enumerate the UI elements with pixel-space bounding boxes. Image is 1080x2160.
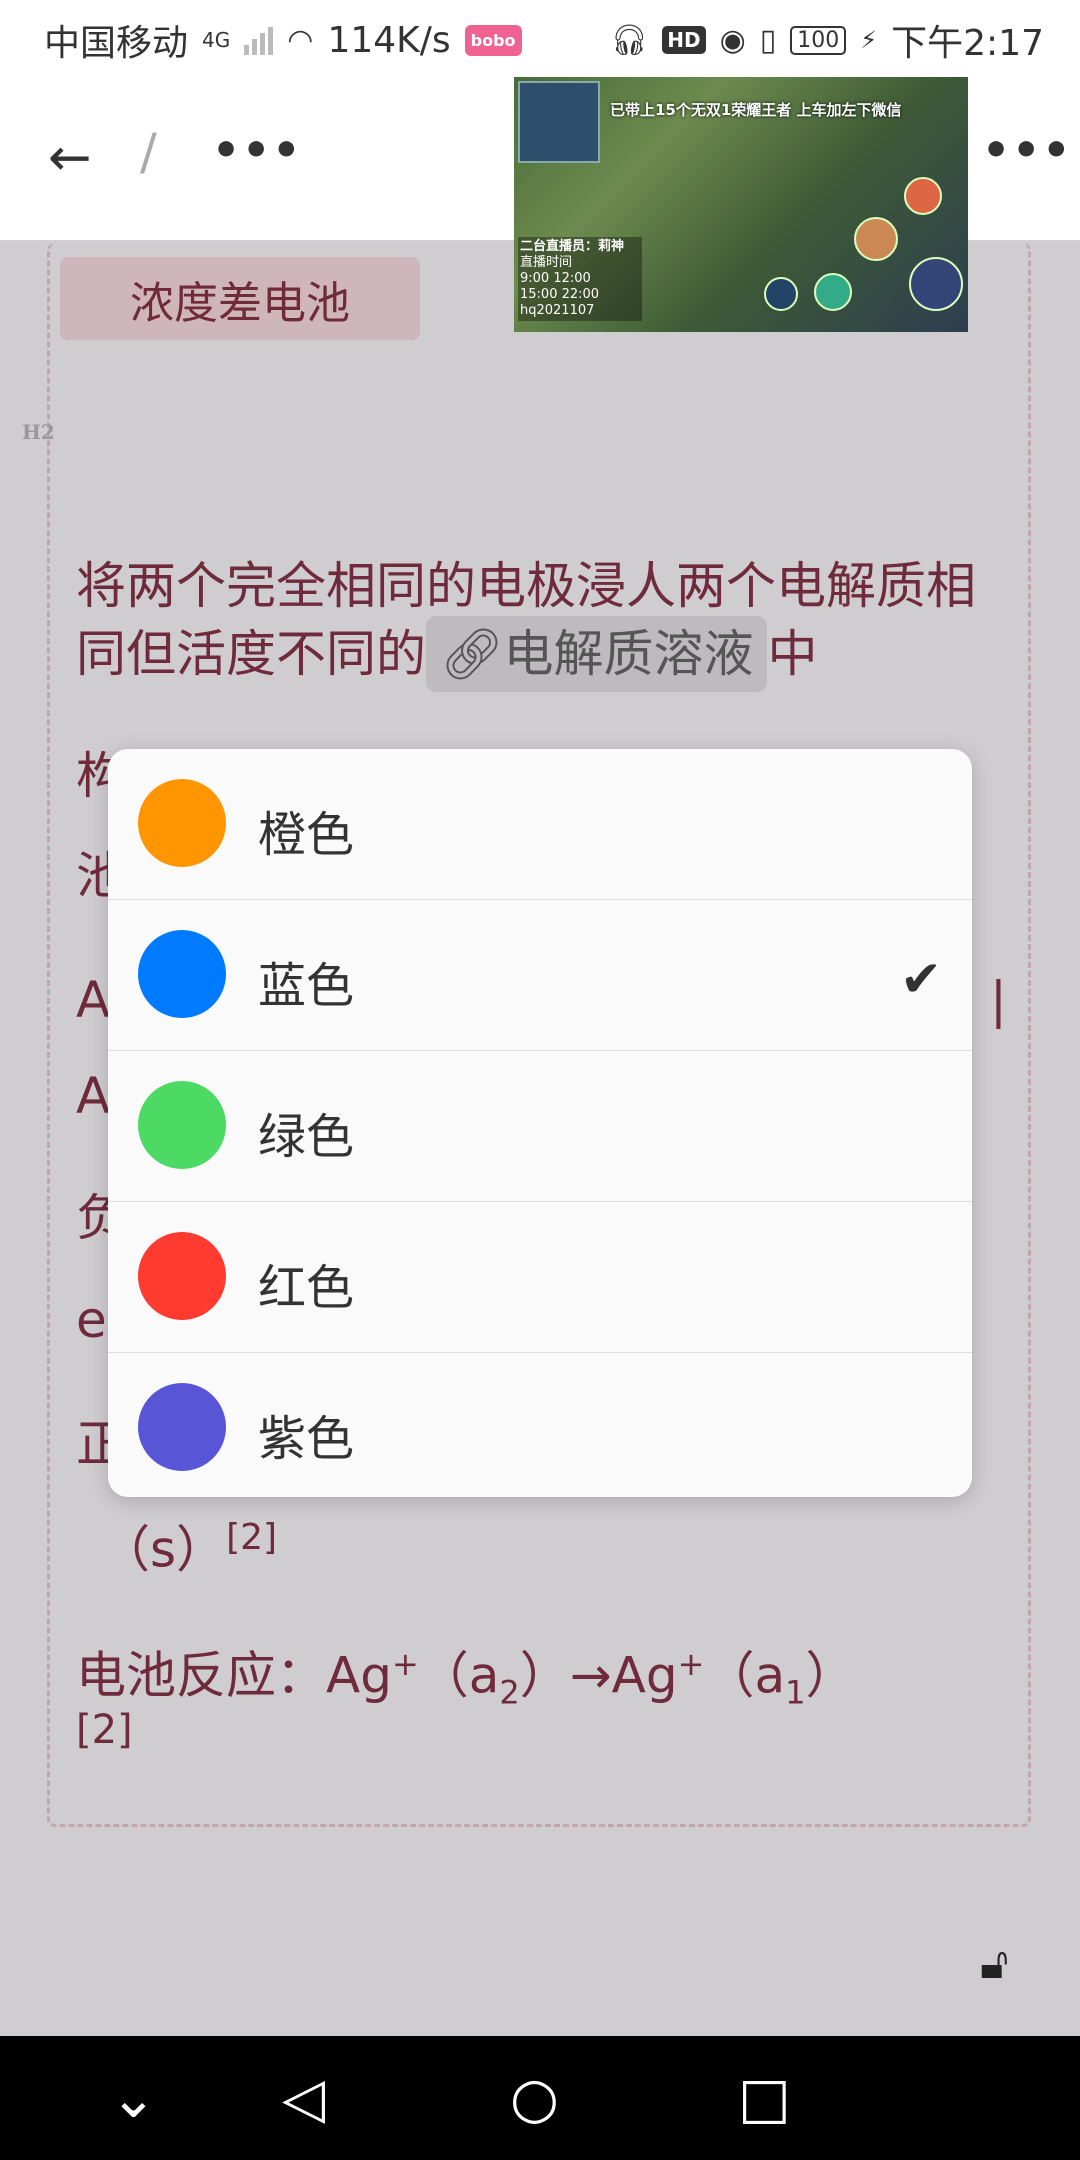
blue-swatch <box>138 930 226 1018</box>
paragraph-line-1: 将两个完全相同的电极浸人两个电解质相同但活度不同的 🔗︎电解质溶液中 <box>76 556 996 692</box>
option-label: 橙色 <box>258 807 355 863</box>
formula-a: a <box>468 1646 500 1705</box>
hd-badge: HD <box>662 26 706 54</box>
citation[interactable]: [2] <box>76 1700 133 1760</box>
reaction-label: 电池反应： <box>76 1646 326 1705</box>
heading-tag[interactable]: 浓度差电池 <box>60 257 420 340</box>
color-option-purple[interactable]: 紫色 <box>108 1353 972 1497</box>
game-skill-icon <box>904 177 942 215</box>
state-label: （s） <box>100 1520 227 1579</box>
clock: 下午2:17 <box>891 23 1044 64</box>
color-option-orange[interactable]: 橙色 <box>108 749 972 900</box>
status-bar: 中国移动 4G ◠ 114K/s bobo 🎧︎ HD ◉ ▯ 100 ⚡ 下午… <box>0 0 1080 75</box>
nav-recents-icon[interactable]: □ <box>738 2066 791 2131</box>
formula-ag: Ag <box>611 1646 678 1705</box>
formula-sub: 1 <box>785 1673 806 1712</box>
option-label: 绿色 <box>258 1109 355 1165</box>
link-text: 电解质溶液 <box>503 625 754 683</box>
carrier-label: 中国移动 <box>44 23 189 64</box>
link-icon: 🔗︎ <box>440 625 504 683</box>
formula-sup: + <box>677 1645 705 1683</box>
app-badge-icon: bobo <box>464 24 522 56</box>
h2-marker: H2 <box>22 420 55 444</box>
nav-back-icon[interactable]: ◁ <box>282 2066 325 2131</box>
option-label: 蓝色 <box>258 958 355 1014</box>
path-separator: / <box>140 123 157 181</box>
back-arrow-icon[interactable]: ← <box>48 128 92 188</box>
overflow-menu-icon[interactable]: ••• <box>982 125 1072 176</box>
vibrate-icon: ▯ <box>759 22 777 58</box>
unlock-icon[interactable]: 🔓︎ <box>980 1938 1009 1989</box>
eye-icon: ◉ <box>719 22 746 58</box>
text-fragment: A <box>76 971 111 1029</box>
formula-line: （s）[2] <box>100 1508 277 1580</box>
formula-ag: Ag <box>326 1646 392 1705</box>
color-picker-popup: 橙色 蓝色 ✔ 绿色 红色 紫色 <box>108 749 972 1497</box>
minimap <box>518 81 600 163</box>
system-nav-bar: ⌄ ◁ ○ □ <box>0 2036 1080 2160</box>
formula-sub: 2 <box>499 1673 520 1712</box>
network-type: 4G <box>202 28 231 52</box>
red-swatch <box>138 1232 226 1320</box>
wifi-icon: ◠ <box>287 22 314 58</box>
text-fragment: A <box>76 1067 111 1125</box>
charging-icon: ⚡ <box>860 26 878 54</box>
more-options-icon[interactable]: ••• <box>212 125 302 176</box>
color-option-blue[interactable]: 蓝色 ✔ <box>108 900 972 1051</box>
text-fragment-right: | <box>990 971 1007 1029</box>
text-fragment: e <box>76 1291 107 1349</box>
formula-sup: + <box>391 1645 419 1683</box>
checkmark-icon: ✔ <box>900 950 942 1008</box>
link-chip[interactable]: 🔗︎电解质溶液 <box>426 616 768 692</box>
headphone-icon: 🎧︎ <box>610 22 649 58</box>
green-swatch <box>138 1081 226 1169</box>
option-label: 紫色 <box>258 1411 355 1467</box>
collapse-chevron-icon[interactable]: ⌄ <box>110 2066 157 2131</box>
option-label: 红色 <box>258 1260 355 1316</box>
nav-home-icon[interactable]: ○ <box>510 2066 559 2131</box>
signal-icon <box>244 25 274 55</box>
citation[interactable]: [2] <box>226 1517 277 1558</box>
color-option-red[interactable]: 红色 <box>108 1202 972 1353</box>
purple-swatch <box>138 1383 226 1471</box>
battery-icon: 100 <box>790 25 847 55</box>
network-speed: 114K/s <box>327 19 451 61</box>
paragraph-text-end: 中 <box>767 625 818 683</box>
arrow: → <box>569 1646 612 1705</box>
orange-swatch <box>138 779 226 867</box>
color-option-green[interactable]: 绿色 <box>108 1051 972 1202</box>
video-banner: 已带上15个无双1荣耀王者 上车加左下微信 <box>610 101 902 119</box>
reaction-line: 电池反应：Ag+（a2）→Ag+（a1） <box>76 1645 856 1712</box>
formula-a: a <box>754 1646 786 1705</box>
